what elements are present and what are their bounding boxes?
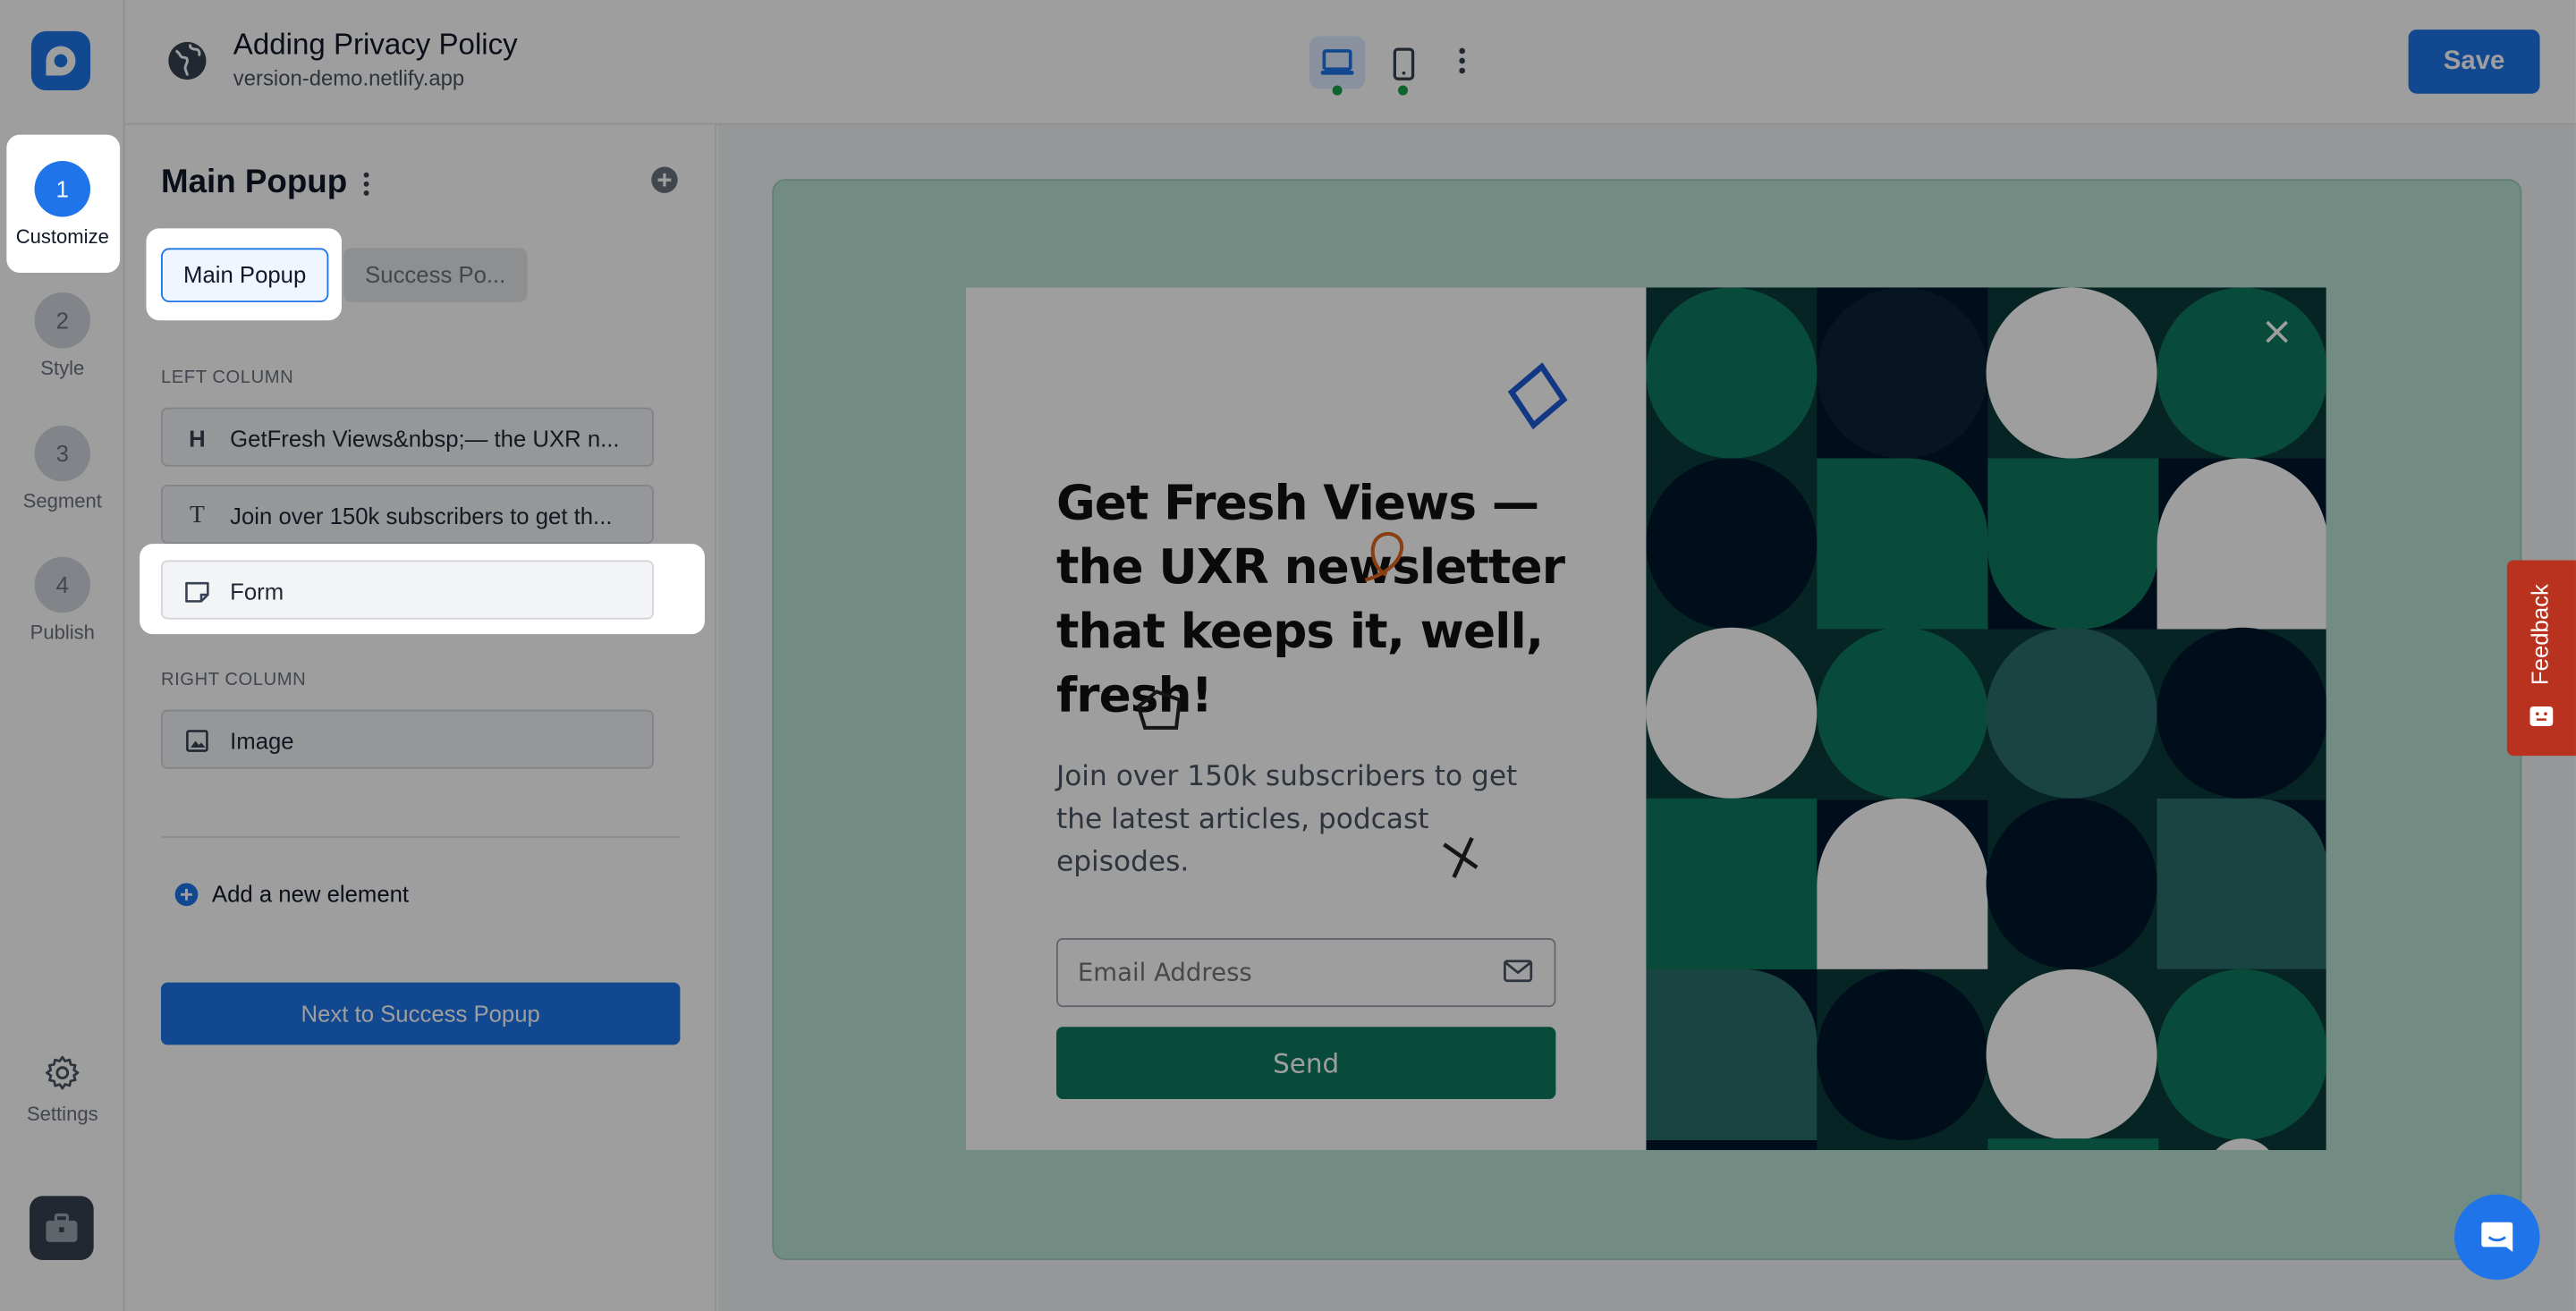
step-segment[interactable]: 3 Segment	[0, 425, 125, 513]
mobile-view-button[interactable]	[1375, 36, 1430, 96]
popup-left-column: Get Fresh Views — the UXR newsletter tha…	[966, 287, 1646, 1149]
panel-menu-icon[interactable]	[361, 171, 371, 197]
element-label: Image	[230, 727, 294, 755]
step-number: 1	[34, 161, 91, 217]
element-label: GetFresh Views&nbsp;— the UXR n...	[230, 425, 620, 453]
desktop-status-dot	[1332, 85, 1343, 96]
plus-circle-icon	[174, 883, 199, 907]
desktop-view-button[interactable]	[1309, 36, 1366, 96]
add-element-label: Add a new element	[211, 880, 410, 908]
heading-icon: H	[189, 425, 206, 453]
feedback-tab[interactable]: Feedback	[2506, 560, 2576, 757]
next-to-success-button[interactable]: Next to Success Popup	[160, 982, 681, 1045]
tab-main-popup-highlighted[interactable]: Main Popup	[160, 248, 329, 303]
step-style[interactable]: 2 Style	[0, 292, 125, 379]
step-number: 2	[34, 292, 91, 349]
element-heading[interactable]: H GetFresh Views&nbsp;— the UXR n...	[160, 407, 655, 467]
right-column-label: RIGHT COLUMN	[160, 670, 307, 690]
logo-icon	[46, 46, 76, 76]
left-column-label: LEFT COLUMN	[160, 368, 294, 388]
element-form-highlighted[interactable]: Form	[160, 560, 655, 620]
divider	[160, 836, 681, 838]
step-label: Segment	[22, 489, 102, 513]
element-label: Form	[230, 578, 284, 605]
step-publish[interactable]: 4 Publish	[0, 556, 125, 645]
send-button[interactable]: Send	[1055, 1027, 1556, 1100]
step-customize-highlighted[interactable]: 1 Customize	[0, 161, 125, 248]
chat-launcher[interactable]	[2454, 1194, 2540, 1281]
tab-success-popup[interactable]: Success Po...	[343, 248, 528, 303]
site-url[interactable]: version-demo.netlify.app	[233, 65, 464, 90]
mail-icon	[1504, 960, 1533, 983]
save-button[interactable]: Save	[2408, 30, 2540, 94]
globe-icon	[168, 41, 207, 80]
image-icon	[186, 730, 208, 752]
step-label: Style	[40, 356, 85, 380]
step-label: Customize	[15, 224, 109, 249]
add-element-button[interactable]: Add a new element	[174, 881, 409, 907]
feedback-label: Feedback	[2526, 584, 2554, 686]
feedback-face-icon	[2529, 706, 2554, 726]
add-popup-icon[interactable]	[650, 166, 678, 194]
step-number: 4	[34, 556, 91, 613]
geometric-pattern-image	[1646, 287, 2326, 1150]
element-text[interactable]: T Join over 150k subscribers to get th..…	[160, 484, 655, 545]
more-options-icon[interactable]	[1455, 45, 1469, 78]
toolbox-button[interactable]	[30, 1196, 94, 1261]
popup-preview: Get Fresh Views — the UXR newsletter tha…	[965, 287, 2326, 1150]
step-label: Publish	[30, 621, 95, 645]
mobile-status-dot	[1398, 85, 1409, 96]
diamond-decoration-icon	[1507, 362, 1568, 430]
close-icon[interactable]	[2264, 318, 2290, 344]
site-title: Adding Privacy Policy	[233, 28, 518, 61]
settings-label: Settings	[26, 1102, 98, 1126]
gear-icon	[45, 1055, 80, 1090]
element-image[interactable]: Image	[160, 709, 655, 769]
page: 1 Customize 2 Style 3 Segment 4 Publish …	[0, 0, 2576, 1311]
element-label: Join over 150k subscribers to get th...	[230, 503, 613, 529]
app-logo[interactable]	[30, 30, 91, 91]
loop-decoration-icon	[1364, 531, 1403, 582]
cross-decoration-icon	[1443, 836, 1479, 878]
text-icon: T	[189, 503, 205, 529]
popup-image[interactable]	[1646, 287, 2326, 1150]
mobile-icon	[1393, 47, 1415, 80]
preview-canvas: Get Fresh Views — the UXR newsletter tha…	[717, 124, 2576, 1311]
settings-button[interactable]: Settings	[0, 1053, 125, 1126]
pentagon-decoration-icon	[1136, 689, 1182, 730]
panel-title: Main Popup	[160, 164, 348, 201]
email-field[interactable]	[1055, 937, 1556, 1008]
laptop-icon	[1320, 49, 1354, 75]
chat-icon	[2481, 1222, 2513, 1252]
top-bar: Adding Privacy Policy version-demo.netli…	[124, 0, 2576, 125]
step-number: 3	[34, 425, 91, 482]
briefcase-icon	[46, 1213, 78, 1242]
form-icon	[185, 581, 209, 603]
